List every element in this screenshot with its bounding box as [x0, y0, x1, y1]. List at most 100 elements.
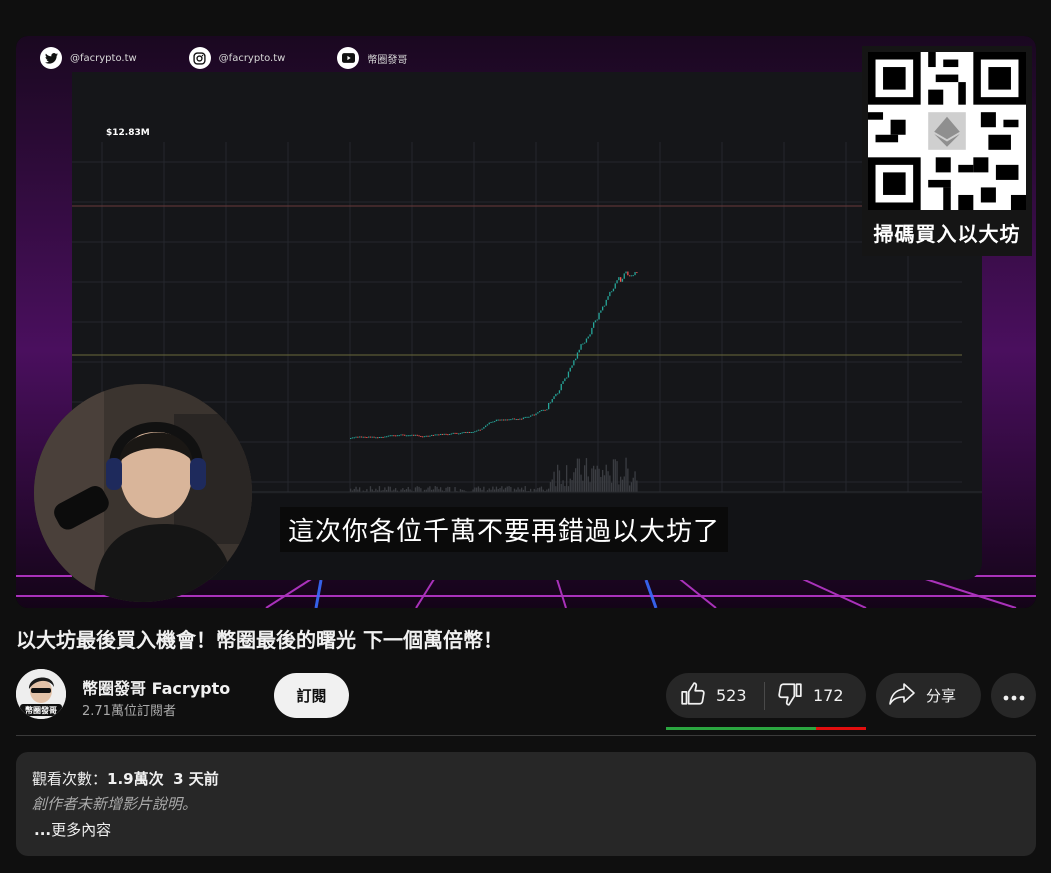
- candle: [499, 419, 501, 421]
- volume-bar: [508, 486, 510, 492]
- candle: [618, 277, 620, 281]
- description-box[interactable]: 觀看次數：1.9萬次 3 天前 創作者未新增影片說明。 ...更多內容: [16, 752, 1036, 856]
- candle: [573, 360, 575, 366]
- candle: [461, 432, 463, 434]
- candle: [450, 433, 453, 435]
- candle: [632, 275, 634, 277]
- volume-bar: [378, 486, 381, 492]
- candle: [542, 409, 544, 411]
- social-handles: @facrypto.tw @facrypto.tw 幣圈發哥: [40, 46, 459, 70]
- volume-bar: [582, 480, 584, 492]
- candle: [411, 434, 413, 436]
- video-player[interactable]: @facrypto.tw @facrypto.tw 幣圈發哥 $12.83M 掃…: [16, 36, 1036, 608]
- instagram-handle: @facrypto.tw: [218, 52, 286, 64]
- candle: [555, 393, 557, 397]
- volume-bar: [585, 458, 588, 492]
- volume-bar: [625, 457, 627, 492]
- more-horizontal-icon: [1003, 686, 1025, 705]
- candle: [569, 367, 571, 372]
- volume-bar: [416, 486, 418, 492]
- chart-header-price: $12.83M: [106, 128, 150, 138]
- youtube-watch-page: @facrypto.tw @facrypto.tw 幣圈發哥 $12.83M 掃…: [0, 0, 1051, 873]
- volume-bar: [510, 487, 512, 492]
- candle: [620, 277, 622, 282]
- candle: [506, 419, 508, 421]
- candle: [513, 418, 516, 420]
- volume-bar: [580, 474, 582, 492]
- volume-bar: [612, 459, 615, 492]
- instagram-icon: [188, 47, 211, 69]
- share-button[interactable]: 分享: [876, 673, 981, 718]
- volume-bar: [611, 482, 613, 492]
- candle: [353, 437, 355, 439]
- candle: [603, 305, 606, 307]
- qr-code-image: [868, 52, 1026, 210]
- candle: [432, 434, 435, 436]
- show-more-label: 更多內容: [51, 821, 112, 839]
- volume-bar: [483, 486, 485, 492]
- candle: [393, 435, 395, 437]
- more-actions-button[interactable]: [991, 673, 1036, 718]
- volume-bar: [571, 480, 573, 492]
- candle: [544, 409, 546, 411]
- like-button[interactable]: 523: [666, 673, 764, 718]
- candle: [443, 433, 445, 435]
- candle: [634, 272, 636, 276]
- candle: [558, 390, 561, 394]
- volume-bar: [600, 476, 602, 492]
- candle: [404, 434, 406, 436]
- candle: [407, 435, 409, 437]
- divider: [16, 735, 1036, 736]
- candle: [594, 320, 597, 323]
- volume-bar: [566, 465, 568, 492]
- dislike-button[interactable]: 172: [765, 673, 863, 718]
- volume-bar: [636, 480, 638, 492]
- candle: [497, 419, 499, 421]
- candle: [360, 436, 363, 438]
- candle: [441, 433, 444, 435]
- volume-bar: [596, 465, 598, 492]
- volume-bar: [501, 486, 503, 492]
- volume-bar: [434, 486, 436, 492]
- candle: [434, 434, 436, 436]
- qr-caption: 掃碼買入以大坊: [873, 222, 1021, 246]
- volume-bar: [594, 469, 597, 492]
- show-more-button[interactable]: ...更多內容: [34, 819, 111, 840]
- volume-bar: [567, 486, 570, 492]
- volume-bar: [578, 458, 580, 492]
- candle: [485, 425, 487, 428]
- candle: [409, 435, 411, 437]
- candle: [389, 435, 391, 437]
- candle: [382, 436, 384, 438]
- like-ratio-bar: [666, 727, 866, 730]
- candle: [362, 436, 364, 438]
- youtube-handle: 幣圈發哥: [367, 54, 408, 66]
- volume-bar: [618, 484, 620, 492]
- candle: [364, 436, 366, 438]
- candle: [488, 422, 490, 425]
- candle: [549, 402, 552, 404]
- like-dislike-group: 523 172: [666, 673, 866, 718]
- candle: [539, 411, 541, 413]
- candle: [593, 322, 595, 328]
- channel-name[interactable]: 幣圈發哥 Facrypto: [82, 675, 230, 699]
- subscribe-button[interactable]: 訂閱: [274, 673, 349, 718]
- candle: [350, 437, 352, 439]
- candle: [605, 299, 607, 306]
- candle: [477, 429, 480, 431]
- candle: [537, 412, 539, 414]
- volume-bar: [359, 487, 361, 492]
- candle: [504, 419, 507, 421]
- volume-bar: [402, 488, 404, 492]
- candle: [585, 338, 588, 343]
- candle: [540, 410, 543, 412]
- share-label: 分享: [926, 687, 957, 705]
- candle: [625, 271, 627, 274]
- channel-avatar[interactable]: 幣圈發哥: [16, 669, 66, 719]
- candle: [535, 413, 537, 416]
- candle: [546, 409, 548, 411]
- candle: [560, 383, 562, 391]
- volume-bar: [587, 476, 589, 492]
- volume-bar: [395, 488, 397, 492]
- candle: [479, 429, 481, 431]
